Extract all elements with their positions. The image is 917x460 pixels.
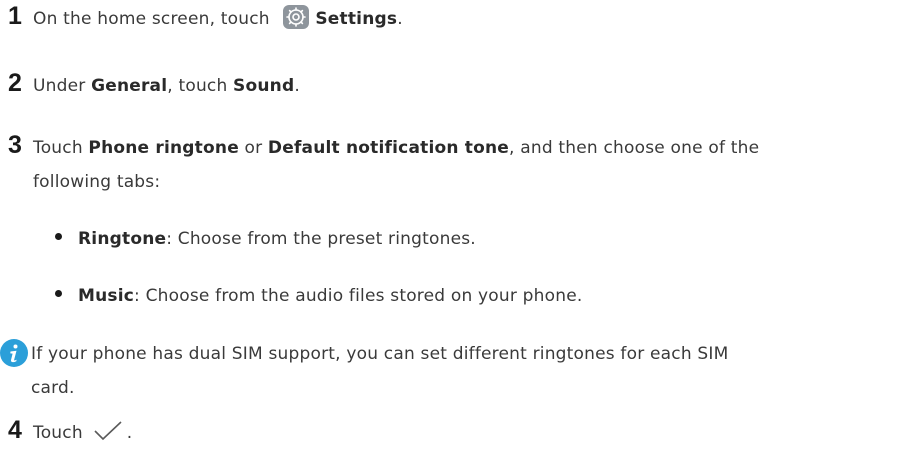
- bullet-item-ringtone: Ringtone: Choose from the preset rington…: [55, 222, 476, 256]
- step-1-text-pre: On the home screen, touch: [33, 9, 270, 29]
- step-2: 2 Under General, touch Sound.: [8, 69, 300, 103]
- step-3: 3 Touch Phone ringtone or Default notifi…: [8, 131, 759, 165]
- step-2-text-bold-1: General: [91, 76, 168, 96]
- step-text: Touch Phone ringtone or Default notifica…: [33, 131, 759, 165]
- note-text: If your phone has dual SIM support, you …: [31, 337, 911, 405]
- step-1: 1 On the home screen, touch Settings.: [8, 2, 403, 36]
- note-line-2: card.: [31, 378, 75, 398]
- step-2-text-post: .: [294, 76, 300, 96]
- step-4: 4 Touch.: [8, 416, 132, 450]
- step-4-text-pre: Touch: [33, 423, 83, 443]
- step-number: 1: [8, 2, 23, 30]
- bullet-dot: [55, 290, 62, 297]
- bullet-dot: [55, 233, 62, 240]
- note-line-1: If your phone has dual SIM support, you …: [31, 344, 729, 364]
- step-2-text-bold-2: Sound: [233, 76, 295, 96]
- step-2-text-pre: Under: [33, 76, 92, 96]
- step-3-text-bold-1: Phone ringtone: [88, 138, 239, 158]
- step-2-text-mid: , touch: [167, 76, 234, 96]
- checkmark-icon: [94, 421, 122, 441]
- bullet-label: Music: [78, 286, 135, 306]
- bullet-text: Music: Choose from the audio files store…: [78, 279, 582, 313]
- step-3-text-bold-2: Default notification tone: [267, 138, 510, 158]
- bullet-description: : Choose from the preset ringtones.: [166, 229, 476, 249]
- info-icon: [0, 339, 28, 367]
- step-number: 2: [8, 69, 23, 97]
- step-3-text-mid: or: [238, 138, 268, 158]
- step-number: 3: [8, 131, 23, 159]
- step-1-text-post: .: [397, 9, 403, 29]
- bullet-text: Ringtone: Choose from the preset rington…: [78, 222, 476, 256]
- step-4-text-post: .: [126, 423, 133, 443]
- settings-gear-icon: [283, 5, 310, 29]
- step-1-text-bold: Settings: [315, 9, 398, 29]
- bullet-description: : Choose from the audio files stored on …: [134, 286, 583, 306]
- step-text: Touch.: [33, 416, 132, 450]
- bullet-label: Ringtone: [78, 229, 167, 249]
- step-number: 4: [8, 416, 23, 444]
- step-3-continuation: following tabs:: [33, 172, 161, 192]
- step-3-text-post: , and then choose one of the: [509, 138, 760, 158]
- bullet-item-music: Music: Choose from the audio files store…: [55, 279, 582, 313]
- step-3-text-pre: Touch: [33, 138, 89, 158]
- step-text: Under General, touch Sound.: [33, 69, 300, 103]
- step-text: On the home screen, touch Settings.: [33, 2, 403, 36]
